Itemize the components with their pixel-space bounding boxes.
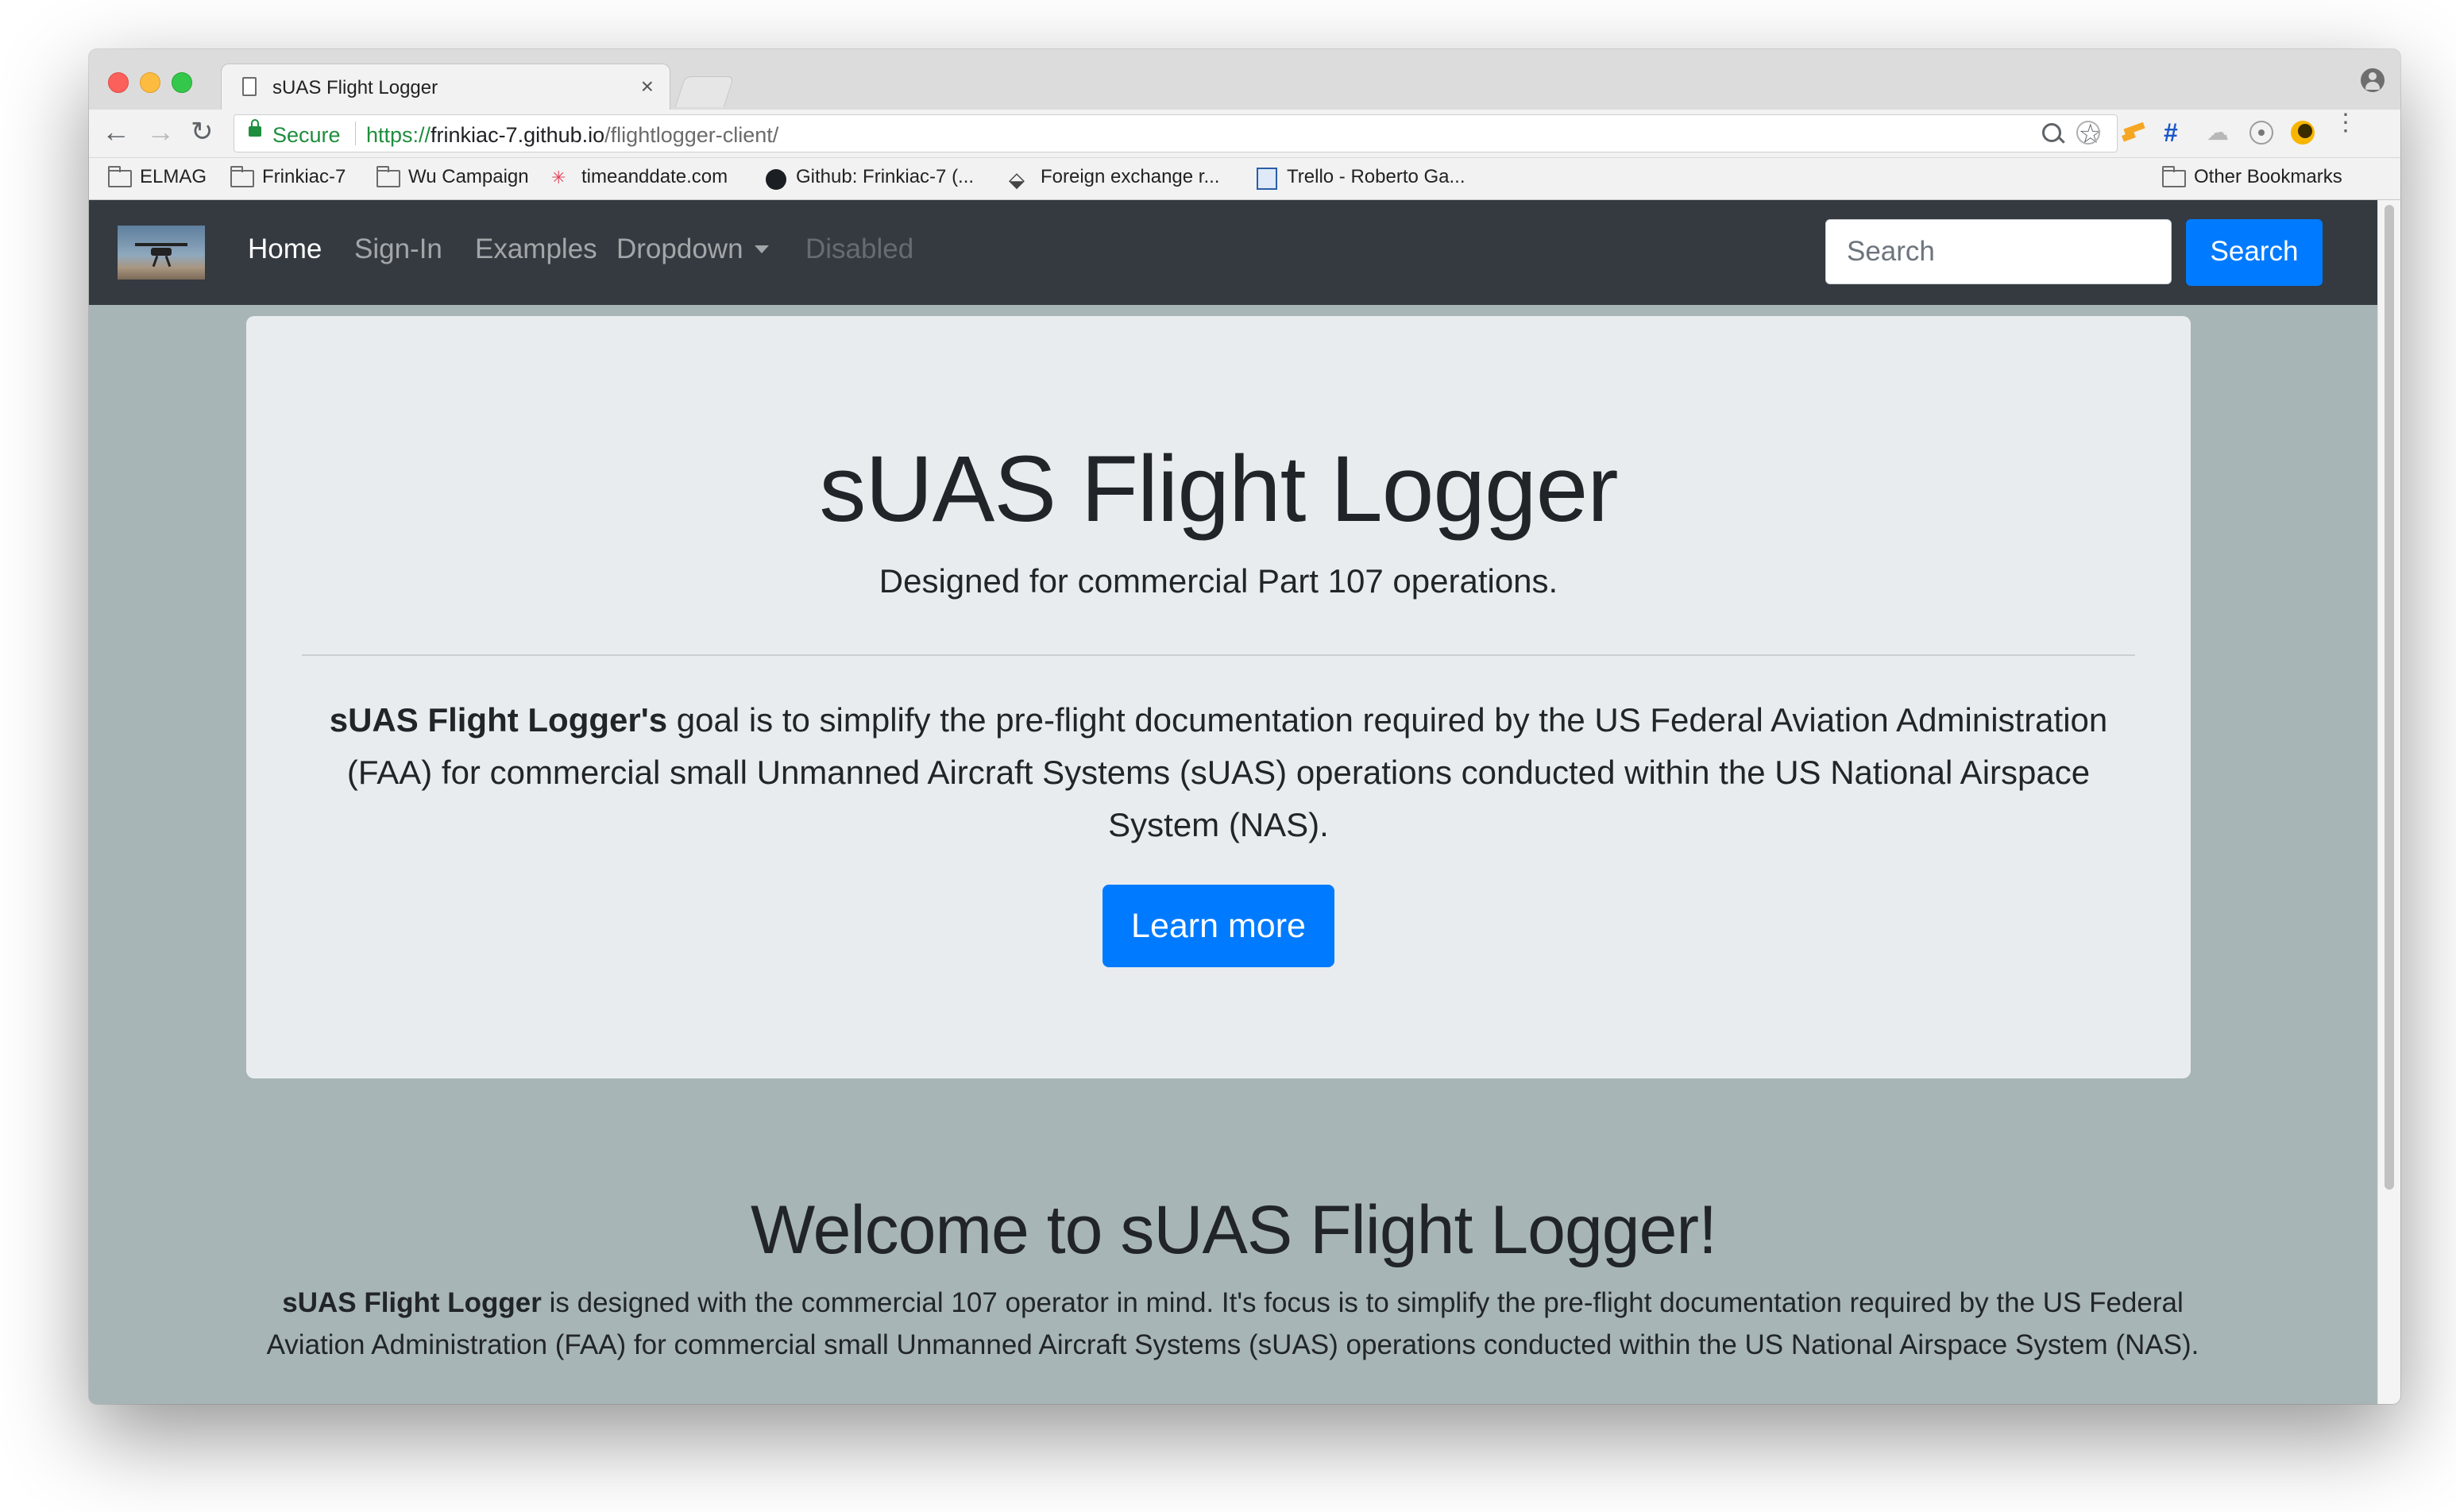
welcome-text-strong: sUAS Flight Logger	[282, 1287, 542, 1318]
nav-examples[interactable]: Examples	[475, 233, 597, 265]
extension-record-icon[interactable]	[2249, 121, 2273, 145]
nav-disabled: Disabled	[805, 233, 914, 264]
bookmark-frinkiac-7[interactable]: Frinkiac-7	[262, 166, 346, 188]
timeanddate-icon: ✳	[551, 168, 566, 187]
url-scheme: https://	[366, 123, 431, 147]
url-text[interactable]: https://frinkiac-7.github.io/flightlogge…	[366, 123, 778, 148]
close-window-button[interactable]	[108, 72, 129, 93]
nav-dropdown[interactable]: Dropdown	[616, 233, 769, 265]
jumbotron-text: sUAS Flight Logger's goal is to simplify…	[302, 694, 2135, 851]
new-tab-button[interactable]	[674, 76, 735, 107]
page-viewport: Home Sign-In Examples Dropdown Disabled …	[89, 200, 2400, 1404]
browser-window: sUAS Flight Logger × ← → ↻ Secure https:…	[89, 49, 2400, 1404]
scrollbar-thumb[interactable]	[2385, 205, 2394, 1190]
page-icon	[242, 77, 257, 96]
drone-leg	[164, 255, 172, 268]
bookmark-foreign-exchange[interactable]: Foreign exchange r...	[1041, 166, 1219, 188]
secure-label: Secure	[272, 123, 341, 147]
extension-flag-icon[interactable]	[2121, 121, 2145, 145]
folder-icon	[377, 166, 400, 187]
site-navbar: Home Sign-In Examples Dropdown Disabled …	[89, 200, 2378, 305]
bookmark-timeanddate[interactable]: timeanddate.com	[581, 166, 728, 188]
address-bar[interactable]: Secure https://frinkiac-7.github.io/flig…	[234, 114, 2118, 152]
welcome-text-body: is designed with the commercial 107 oper…	[266, 1287, 2199, 1360]
browser-menu-icon[interactable]: ⋮	[2334, 111, 2358, 135]
caret-down-icon	[754, 245, 769, 253]
trello-icon	[1257, 168, 1277, 190]
tab-title: sUAS Flight Logger	[272, 77, 438, 98]
nav-dropdown-label: Dropdown	[616, 233, 743, 264]
jumbotron: sUAS Flight Logger Designed for commerci…	[246, 316, 2191, 1078]
url-path: /flightlogger-client/	[604, 123, 779, 147]
url-separator	[355, 122, 356, 145]
extension-circle-icon[interactable]	[2076, 121, 2100, 145]
bookmark-elmag[interactable]: ELMAG	[140, 166, 207, 188]
extension-grid-icon[interactable]: #	[2164, 120, 2188, 145]
jumbotron-title: sUAS Flight Logger	[819, 437, 1618, 542]
divider	[302, 654, 2135, 656]
zoom-icon[interactable]	[2042, 123, 2061, 142]
extension-cloud-icon[interactable]: ☁	[2207, 121, 2230, 145]
extension-moon-icon[interactable]	[2291, 121, 2315, 145]
search-input[interactable]	[1825, 219, 2172, 284]
nav-home[interactable]: Home	[248, 233, 322, 265]
github-icon	[766, 169, 786, 190]
bookmark-trello[interactable]: Trello - Roberto Ga...	[1287, 166, 1465, 188]
bookmarks-bar: ELMAG Frinkiac-7 Wu Campaign ✳ timeandda…	[89, 158, 2400, 200]
tab-close-icon[interactable]: ×	[641, 74, 654, 99]
brand-logo[interactable]	[118, 226, 205, 280]
forward-button[interactable]: →	[146, 116, 175, 148]
folder-icon	[108, 166, 132, 187]
page-scrollbar[interactable]	[2377, 200, 2400, 1404]
other-bookmarks[interactable]: Other Bookmarks	[2194, 166, 2342, 188]
bookmark-github[interactable]: Github: Frinkiac-7 (...	[796, 166, 974, 188]
browser-toolbar: ← → ↻ Secure https://frinkiac-7.github.i…	[89, 110, 2400, 158]
bookmark-wu-campaign[interactable]: Wu Campaign	[408, 166, 529, 188]
minimize-window-button[interactable]	[140, 72, 160, 93]
tab-strip: sUAS Flight Logger ×	[89, 49, 2400, 112]
fx-icon: ⬙	[1009, 168, 1025, 191]
maximize-window-button[interactable]	[172, 72, 192, 93]
jumbotron-lead: Designed for commercial Part 107 operati…	[879, 562, 1558, 600]
browser-tab[interactable]: sUAS Flight Logger ×	[221, 64, 670, 112]
learn-more-button[interactable]: Learn more	[1102, 885, 1334, 967]
url-host: frinkiac-7.github.io	[431, 123, 605, 147]
welcome-title: Welcome to sUAS Flight Logger!	[751, 1192, 1717, 1268]
reload-button[interactable]: ↻	[191, 116, 214, 148]
jumbotron-text-strong: sUAS Flight Logger's	[329, 701, 668, 739]
drone-icon	[151, 248, 172, 256]
nav-sign-in[interactable]: Sign-In	[354, 233, 442, 265]
folder-icon	[230, 166, 254, 187]
drone-arm	[135, 243, 187, 246]
profile-icon[interactable]	[2361, 68, 2385, 92]
search-button[interactable]: Search	[2186, 219, 2323, 286]
lock-icon	[249, 119, 261, 137]
folder-icon	[2162, 166, 2186, 187]
drone-leg	[152, 255, 159, 268]
welcome-text: sUAS Flight Logger is designed with the …	[240, 1282, 2226, 1366]
back-button[interactable]: ←	[102, 116, 130, 148]
